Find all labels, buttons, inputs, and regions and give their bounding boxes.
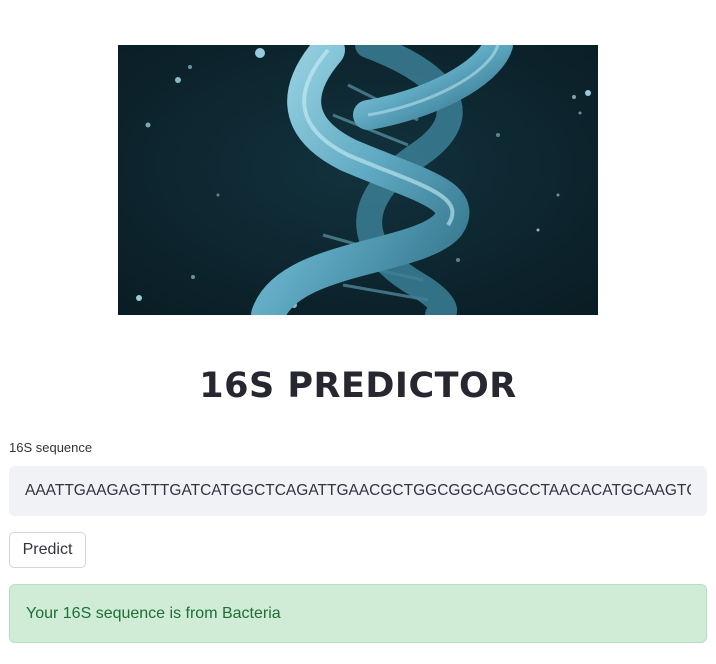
page-title: 16S PREDICTOR — [199, 366, 517, 406]
sequence-input-label: 16S sequence — [9, 440, 93, 455]
dna-helix-icon — [118, 45, 598, 315]
dna-helix-image — [118, 45, 598, 315]
sequence-input[interactable] — [9, 466, 707, 516]
success-alert-text: Your 16S sequence is from Bacteria — [26, 604, 281, 622]
success-alert: Your 16S sequence is from Bacteria — [9, 584, 707, 643]
app-page: 16S PREDICTOR 16S sequence Predict Your … — [0, 0, 716, 664]
predict-button[interactable]: Predict — [9, 532, 86, 568]
